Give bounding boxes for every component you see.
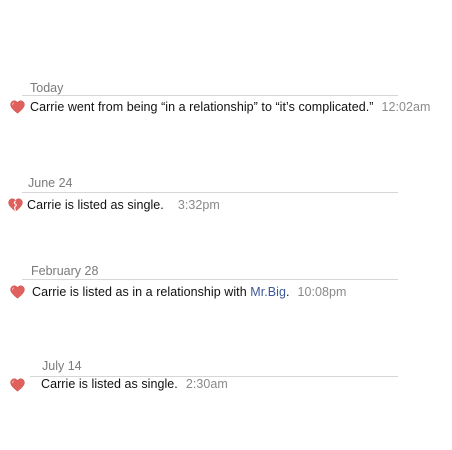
- broken-heart-icon: [8, 198, 23, 212]
- entry-timestamp: 2:30am: [185, 377, 228, 391]
- heart-icon: [10, 285, 25, 299]
- divider: [22, 192, 398, 193]
- entry-text-line: Carrie is listed as single. 2:30am: [41, 377, 228, 391]
- entry-text-suffix: .: [285, 285, 290, 299]
- divider: [22, 95, 398, 96]
- partner-profile-link[interactable]: Mr.Big: [250, 285, 286, 299]
- heart-icon: [10, 100, 25, 114]
- heart-icon: [10, 378, 25, 392]
- entry-text: Carrie is listed as in a relationship wi…: [32, 285, 247, 299]
- entry-timestamp: 10:08pm: [297, 285, 347, 299]
- divider: [22, 279, 398, 280]
- entry-timestamp: 3:32pm: [177, 198, 220, 212]
- date-label: July 14: [42, 359, 82, 373]
- entry-text: Carrie went from being “in a relationshi…: [30, 100, 374, 114]
- relationship-feed: Today Carrie went from being “in a relat…: [0, 0, 452, 450]
- date-label: June 24: [28, 176, 73, 190]
- date-label: February 28: [31, 264, 99, 278]
- entry-timestamp: 12:02am: [381, 100, 431, 114]
- entry-text: Carrie is listed as single.: [27, 198, 164, 212]
- entry-text-line: Carrie is listed as single. 3:32pm: [27, 198, 220, 212]
- date-label: Today: [30, 81, 64, 95]
- entry-text-line: Carrie went from being “in a relationshi…: [30, 100, 430, 114]
- entry-text-line: Carrie is listed as in a relationship wi…: [32, 285, 347, 299]
- entry-text: Carrie is listed as single.: [41, 377, 178, 391]
